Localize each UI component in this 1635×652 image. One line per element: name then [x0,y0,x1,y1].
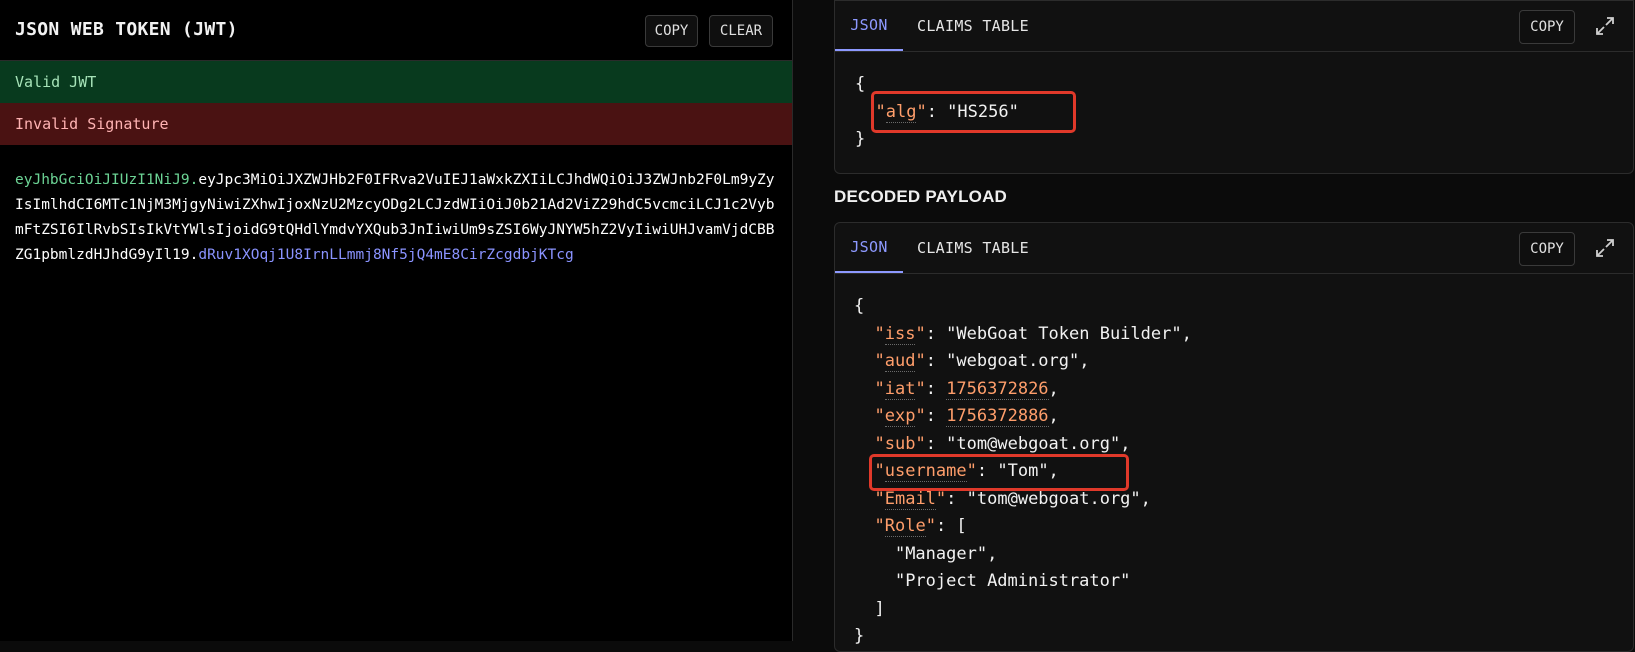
payload-tab-json[interactable]: JSON [835,223,903,273]
json-key-aud: aud [884,351,916,372]
json-key-exp: exp [884,406,916,427]
json-key-role: Role [884,516,926,537]
json-role-item: Manager [905,543,977,564]
json-value-sub: tom@webgoat.org [956,433,1110,454]
json-key-email: Email [884,488,936,510]
copy-payload-button[interactable]: COPY [1519,232,1575,266]
header-tab-claims-table[interactable]: CLAIMS TABLE [917,1,1029,51]
payload-tab-claims-table[interactable]: CLAIMS TABLE [917,223,1029,273]
token-header-segment: eyJhbGciOiJIUzI1NiJ9 [15,172,190,188]
json-key-sub: sub [884,433,916,455]
clear-token-button[interactable]: CLEAR [709,15,773,47]
jwt-input-panel: JSON WEB TOKEN (JWT) COPY CLEAR Valid JW… [0,0,793,641]
invalid-signature-status: Invalid Signature [0,103,792,145]
payload-tabbar: JSON CLAIMS TABLE COPY [835,223,1633,274]
decoded-header-card: JSON CLAIMS TABLE COPY { "alg": "HS256" … [834,0,1634,174]
token-signature-segment: dRuv1XOqj1U8IrnLLmmj8Nf5jQ4mE8CirZcgdbjK… [198,247,574,263]
json-value-exp: 1756372886 [946,406,1049,427]
json-key-iss: iss [884,323,916,345]
header-tab-json[interactable]: JSON [835,1,903,51]
copy-token-button[interactable]: COPY [645,15,698,47]
expand-icon[interactable] [1595,238,1615,258]
json-value-iss: WebGoat Token Builder [956,323,1172,344]
highlight-box-alg [871,91,1076,133]
highlight-box-username [869,454,1129,491]
jwt-panel-title: JSON WEB TOKEN (JWT) [15,19,238,40]
json-value-email: tom@webgoat.org [976,488,1131,509]
json-role-item: Project Administrator [905,571,1121,591]
valid-jwt-status: Valid JWT [0,61,792,103]
header-tabbar: JSON CLAIMS TABLE COPY [835,1,1633,52]
decoded-payload-title: DECODED PAYLOAD [834,187,1008,206]
expand-icon[interactable] [1595,16,1615,36]
json-key-iat: iat [884,378,916,400]
json-value-aud: webgoat.org [956,351,1070,371]
jwt-token-text[interactable]: eyJhbGciOiJIUzI1NiJ9.eyJpc3MiOiJXZWJHb2F… [15,168,780,268]
copy-header-button[interactable]: COPY [1519,10,1575,44]
json-value-iat: 1756372826 [946,378,1049,400]
jwt-panel-header: JSON WEB TOKEN (JWT) COPY CLEAR [0,0,792,61]
